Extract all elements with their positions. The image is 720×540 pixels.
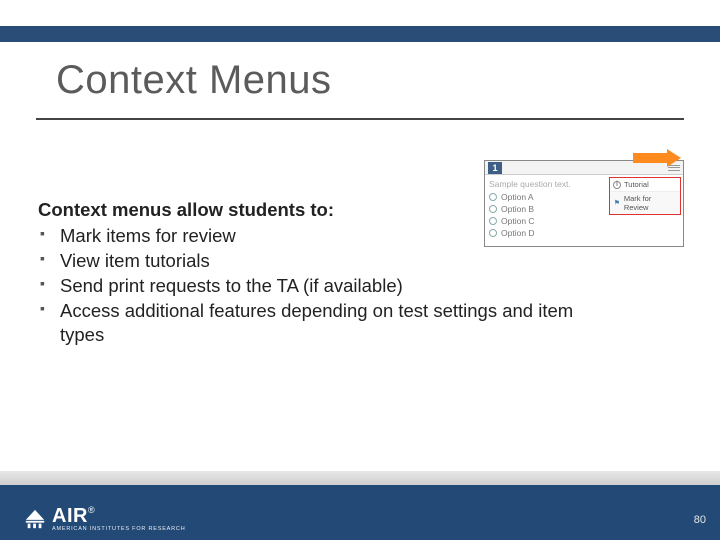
body-text: Context menus allow students to: Mark it… bbox=[38, 198, 598, 348]
question-number-badge: 1 bbox=[488, 162, 502, 174]
logo-text: AIR bbox=[52, 505, 88, 527]
top-accent-bar bbox=[0, 26, 720, 42]
context-menu-popup: i Tutorial ⚑ Mark for Review bbox=[609, 177, 681, 215]
menu-item-label: Tutorial bbox=[624, 180, 649, 189]
slide: Context Menus 1 Sample question text. Op… bbox=[0, 0, 720, 540]
page-number: 80 bbox=[694, 514, 706, 526]
menu-item-tutorial[interactable]: i Tutorial bbox=[610, 178, 680, 192]
footer-bar: AIR® AMERICAN INSTITUTES FOR RESEARCH 80 bbox=[0, 485, 720, 540]
slide-title: Context Menus bbox=[56, 58, 332, 103]
air-logo: AIR® AMERICAN INSTITUTES FOR RESEARCH bbox=[24, 505, 185, 532]
logo-mark-icon bbox=[24, 508, 46, 530]
menu-item-mark-review[interactable]: ⚑ Mark for Review bbox=[610, 192, 680, 214]
bullet-list: Mark items for review View item tutorial… bbox=[38, 224, 598, 347]
bullet-item: Send print requests to the TA (if availa… bbox=[38, 274, 598, 298]
bullet-item: Mark items for review bbox=[38, 224, 598, 248]
callout-arrow bbox=[633, 149, 681, 169]
bullet-item: Access additional features depending on … bbox=[38, 299, 598, 347]
menu-item-label: Mark for Review bbox=[624, 194, 677, 212]
lead-sentence: Context menus allow students to: bbox=[38, 198, 598, 222]
title-underline bbox=[36, 118, 684, 120]
registered-mark: ® bbox=[88, 505, 95, 515]
footer-shadow bbox=[0, 471, 720, 485]
bullet-item: View item tutorials bbox=[38, 249, 598, 273]
info-icon: i bbox=[613, 181, 621, 189]
logo-subtitle: AMERICAN INSTITUTES FOR RESEARCH bbox=[52, 526, 185, 532]
flag-icon: ⚑ bbox=[613, 199, 621, 207]
